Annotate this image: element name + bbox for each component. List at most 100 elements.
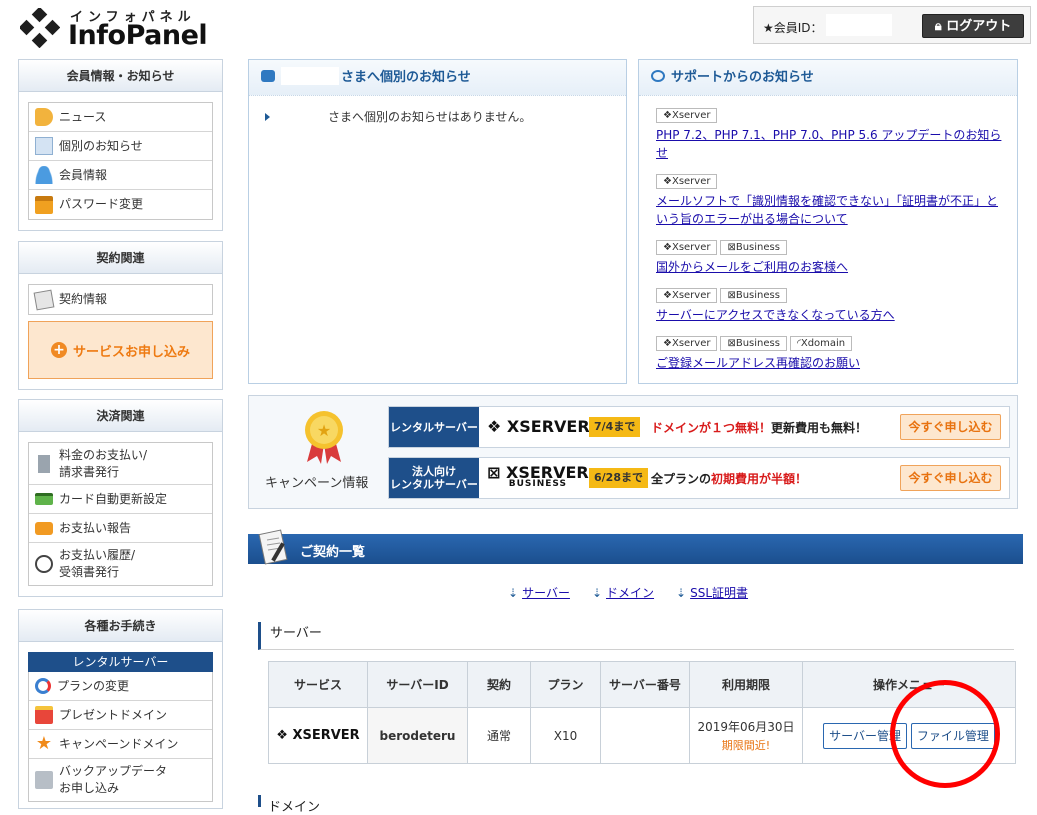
service-tag: ⊠Business [720,336,787,351]
support-notice-list: ❖Xserver PHP 7.2、PHP 7.1、PHP 7.0、PHP 5.6 … [639,108,1017,372]
service-tag: ◜Xdomain [789,336,853,351]
support-notice-link[interactable]: ご登録メールアドレス再確認のお願い [656,354,1006,372]
personal-notice-title: さまへ個別のお知らせ [341,70,471,85]
apply-now-button[interactable]: 今すぐ申し込む [900,414,1001,440]
sidebar-payment-title: 決済関連 [19,400,222,432]
sidebar-item-personal-notice[interactable]: 個別のお知らせ [29,132,212,161]
col-contract: 契約 [467,661,531,708]
sidebar-item-contract-info[interactable]: 契約情報 [29,285,212,314]
sidebar-item-campaign-domain[interactable]: ★ キャンペーンドメイン [29,730,212,759]
support-notice-title: サポートからのお知らせ [671,70,814,85]
sidebar-item-card-renewal[interactable]: カード自動更新設定 [29,485,212,514]
sidebar-item-label: 会員情報 [59,167,108,182]
person-icon [35,166,53,184]
anchor-server-link[interactable]: ⇣ サーバー [508,584,570,601]
banner-message-pre: 全プランの [651,472,712,486]
sidebar-item-label: 個別のお知らせ [59,138,143,153]
arrow-down-icon: ⇣ [676,586,687,600]
support-notice-item: ❖Xserver メールソフトで「識別情報を確認できない」「証明書が不正」という旨… [656,174,1017,228]
sidebar-item-label: バックアップデータ お申し込み [59,764,168,795]
sidebar-item-label: 料金のお支払い/ 請求書発行 [59,447,148,479]
cell-server-number [600,707,690,764]
receipt-icon [38,454,50,473]
domain-section-marker [258,795,264,807]
banner-brand: ⊠ XSERVER BUSINESS [487,463,589,489]
sidebar-item-backup[interactable]: バックアップデータ お申し込み [29,759,212,801]
sidebar-item-payment-history[interactable]: お支払い履歴/ 受領書発行 [29,543,212,585]
col-expiry: 利用期限 [689,661,803,708]
highlight-circle [890,680,1000,788]
apply-now-button[interactable]: 今すぐ申し込む [900,465,1001,491]
campaign-banner-business[interactable]: 法人向け レンタルサーバー ⊠ XSERVER BUSINESS 6/28まで 全… [388,457,1010,499]
logout-button[interactable]: 🔒︎ ログアウト [922,14,1024,38]
logout-label: ログアウト [946,19,1012,34]
expiry-warning: 期限間近! [721,739,771,752]
sidebar-procedures-section: 各種お手続き レンタルサーバー プランの変更 プレゼントドメイン ★ キャンペーン… [18,609,223,809]
svg-text:★: ★ [317,421,331,440]
banner-date: 7/4まで [589,417,641,437]
expiry-date: 2019年06月30日 [697,720,795,734]
sidebar-item-password[interactable]: パスワード変更 [29,190,212,219]
sidebar-item-payment-report[interactable]: お支払い報告 [29,514,212,543]
support-notice-link[interactable]: メールソフトで「識別情報を確認できない」「証明書が不正」という旨のエラーが出る場… [656,192,1006,228]
anchor-ssl-link[interactable]: ⇣ SSL証明書 [676,584,748,601]
lock-icon [35,195,53,214]
infopanel-logo[interactable]: インフォパネル InfoPanel [20,6,220,51]
support-notice-link[interactable]: サーバーにアクセスできなくなっている方へ [656,306,1006,324]
service-tag: ⊠Business [720,240,787,255]
service-name: XSERVER [292,728,360,743]
note-icon [35,137,53,155]
sidebar-item-label: プレゼントドメイン [59,707,168,722]
plus-icon: + [50,342,67,358]
megaphone-icon [35,108,53,126]
sidebar-item-payment[interactable]: 料金のお支払い/ 請求書発行 [29,443,212,485]
campaign-banner-xserver[interactable]: レンタルサーバー ❖ XSERVER 7/4まで ドメインが１つ無料！更新費用も… [388,406,1010,448]
headset-icon [651,70,665,82]
sidebar-item-label: 契約情報 [59,292,108,306]
banner-brand-name: XSERVER [506,417,590,436]
service-apply-button[interactable]: + サービスお申し込み [28,321,213,379]
banner-category: 法人向け レンタルサーバー [389,458,479,498]
arrow-down-icon: ⇣ [508,586,519,600]
member-id-label: ★会員ID： [763,21,823,35]
anchor-label: SSL証明書 [690,586,749,600]
banner-message-rest: 更新費用も無料！ [771,421,868,435]
personal-notice-message: さまへ個別のお知らせはありません。 [328,110,532,124]
col-plan: プラン [530,661,601,708]
service-tags: ❖Xserver [656,174,1017,189]
sidebar-item-present-domain[interactable]: プレゼントドメイン [29,701,212,730]
banner-date: 6/28まで [589,468,648,488]
support-notice-link[interactable]: 国外からメールをご利用のお客様へ [656,258,1006,276]
support-notice-item: ❖Xserver ⊠Business 国外からメールをご利用のお客様へ [656,240,1017,276]
service-tag: ❖Xserver [656,288,718,303]
support-notice-item: ❖Xserver ⊠Business サーバーにアクセスできなくなっている方へ [656,288,1017,324]
service-tag: ❖Xserver [656,174,718,189]
banner-category: レンタルサーバー [389,407,479,447]
service-tag: ❖Xserver [656,336,718,351]
col-service: サービス [268,661,368,708]
anchor-label: ドメイン [606,586,655,600]
cell-contract: 通常 [467,707,531,764]
service-tags: ❖Xserver ⊠Business [656,288,1017,303]
sidebar-procedures-list: プランの変更 プレゼントドメイン ★ キャンペーンドメイン バックアップデータ お… [28,672,213,802]
banner-brand: ❖ XSERVER [487,417,590,436]
contract-anchor-links: ⇣ サーバー ⇣ ドメイン ⇣ SSL証明書 [508,584,748,601]
support-notice-panel: サポートからのお知らせ ❖Xserver PHP 7.2、PHP 7.1、PHP … [638,59,1018,384]
support-notice-item: ❖Xserver PHP 7.2、PHP 7.1、PHP 7.0、PHP 5.6 … [656,108,1017,162]
sidebar-item-member-info[interactable]: 会員情報 [29,161,212,190]
support-notice-link[interactable]: PHP 7.2、PHP 7.1、PHP 7.0、PHP 5.6 アップデートのお… [656,126,1006,162]
card-icon [35,493,53,505]
sidebar-contract-list: 契約情報 [28,284,213,315]
sidebar-member-section: 会員情報・お知らせ ニュース 個別のお知らせ 会員情報 パスワード変更 [18,59,223,231]
banner-message: ドメインが１つ無料！更新費用も無料！ [651,419,867,436]
cell-expiry: 2019年06月30日 期限間近! [689,707,803,764]
sidebar-item-label: プランの変更 [57,678,130,693]
sidebar-item-label: お支払い履歴/ 受領書発行 [59,548,136,579]
anchor-domain-link[interactable]: ⇣ ドメイン [592,584,654,601]
service-tag: ❖Xserver [656,108,718,123]
sidebar-item-plan-change[interactable]: プランの変更 [29,672,212,701]
sidebar-contract-title: 契約関連 [19,242,222,274]
logo-diamond-icon [20,8,60,48]
document-pen-icon [258,529,288,565]
sidebar-item-news[interactable]: ニュース [29,103,212,132]
